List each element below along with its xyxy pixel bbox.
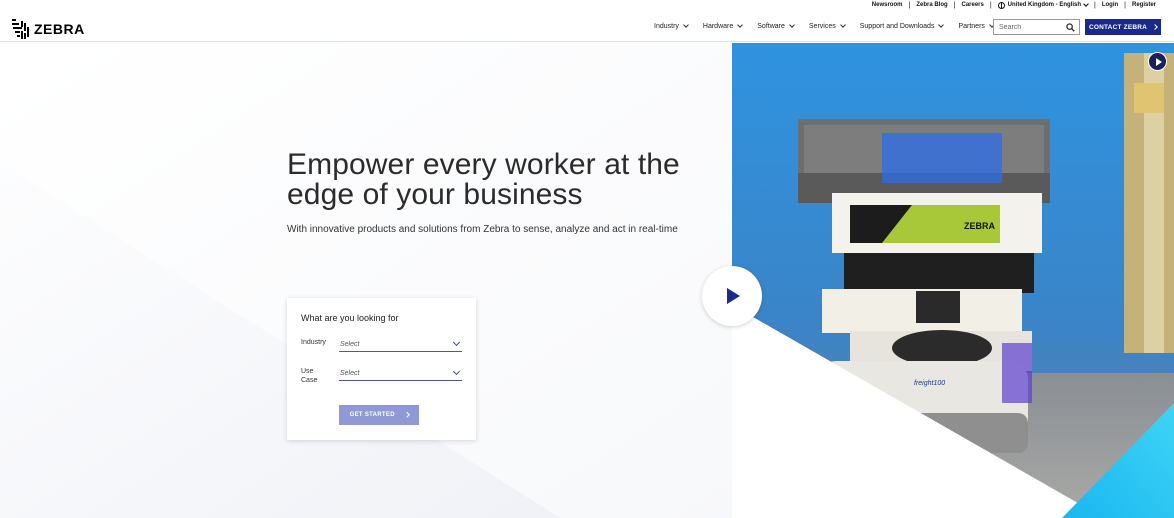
hero-subheading: With innovative products and solutions f… [287,224,678,235]
play-icon [727,288,740,304]
chevron-down-icon [683,21,689,28]
nav-item-label: Hardware [702,22,734,30]
search-box [993,19,1080,35]
nav-item-industry[interactable]: Industry [654,21,689,30]
nav-item-partners[interactable]: Partners [958,21,995,30]
separator: | [989,1,992,9]
get-started-button[interactable]: GET STARTED [339,405,419,425]
nav-item-label: Services [808,22,836,30]
headline-line-2: edge of your business [287,178,583,211]
nav-item-label: Partners [958,22,985,30]
chevron-right-icon [404,412,410,418]
globe-icon [997,1,1005,9]
robot-illustration: ZEBRA freight100 [732,43,1174,518]
robot-model-label: freight100 [914,380,945,387]
use-case-select[interactable]: Select [339,367,462,381]
solution-finder-card: What are you looking for Industry Select… [287,298,476,440]
contact-zebra-button[interactable]: CONTACT ZEBRA [1085,19,1161,35]
play-video-button[interactable] [702,266,762,326]
industry-select[interactable]: Select [339,338,462,352]
separator: | [1094,1,1096,9]
locale-selector[interactable]: United Kingdom - English [1008,2,1081,8]
industry-label: Industry [301,339,326,346]
nav-item-label: Industry [654,22,679,30]
page: Newsroom | Zebra Blog | Careers | United… [0,0,1174,518]
hero-headline: Empower every worker at the edge of your… [287,150,707,210]
search-input[interactable] [999,23,1063,31]
main-nav: Industry Hardware Software Services Supp… [654,10,1009,42]
separator: | [953,1,956,9]
nav-item-software[interactable]: Software [757,21,795,30]
nav-item-hardware[interactable]: Hardware [702,21,744,30]
chevron-down-icon [789,21,795,28]
utility-bar: Newsroom | Zebra Blog | Careers | United… [872,0,1156,10]
chevron-down-icon [1083,0,1089,7]
brand-name: ZEBRA [34,21,85,37]
chevron-down-icon [839,21,846,28]
chevron-down-icon [452,367,461,376]
use-case-label: Use Case [301,367,317,385]
chevron-down-icon [938,21,945,28]
newsroom-link[interactable]: Newsroom [872,2,903,8]
nav-item-label: Software [757,22,785,30]
finder-title: What are you looking for [301,313,399,323]
use-case-label-line-1: Use [301,368,314,375]
nav-item-label: Support and Downloads [859,22,935,30]
nav-item-support-and-downloads[interactable]: Support and Downloads [859,21,945,30]
use-case-select-value: Select [340,370,360,377]
industry-select-value: Select [340,341,360,348]
headline-line-1: Empower every worker at the [287,148,680,181]
use-case-label-line-2: Case [301,377,318,384]
zebra-head-icon [12,19,29,39]
hero-robot-image: ZEBRA freight100 [732,43,1174,518]
zebra-logo[interactable]: ZEBRA [12,18,85,40]
chevron-right-icon [1152,24,1158,30]
chevron-down-icon [452,338,461,347]
search-icon[interactable] [1066,23,1075,32]
separator: | [1124,1,1126,9]
chevron-down-icon [737,21,744,28]
contact-zebra-label: CONTACT ZEBRA [1088,23,1148,31]
zebra-blog-link[interactable]: Zebra Blog [916,2,947,8]
separator: | [908,1,911,9]
login-link[interactable]: Login [1102,2,1118,8]
play-background-video-button[interactable] [1148,52,1167,71]
robot-brand-label: ZEBRA [964,221,995,231]
register-link[interactable]: Register [1132,2,1156,8]
site-header: ZEBRA Industry Hardware Software Service… [0,10,1174,42]
careers-link[interactable]: Careers [961,2,983,8]
nav-item-services[interactable]: Services [808,21,846,30]
get-started-label: GET STARTED [349,412,395,418]
play-icon [1156,58,1162,66]
